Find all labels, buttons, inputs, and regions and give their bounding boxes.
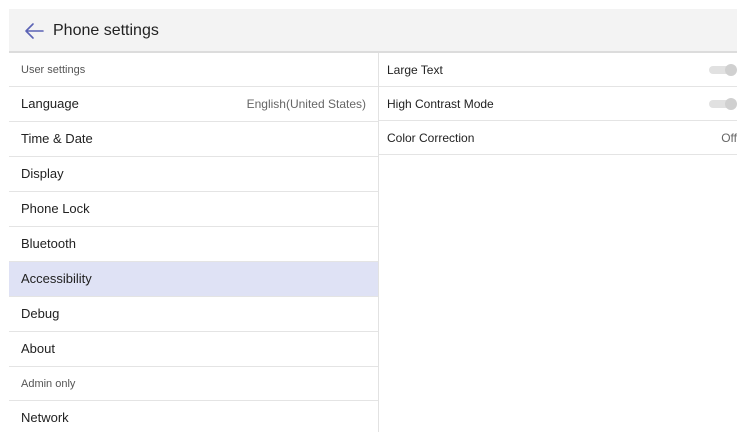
top-app-bar: Phone settings <box>9 9 737 53</box>
toggle-thumb <box>725 98 737 110</box>
settings-category-list: User settings Language English(United St… <box>9 53 379 432</box>
large-text-label: Large Text <box>387 63 443 77</box>
color-correction-value: Off <box>721 131 737 145</box>
sidebar-item-display[interactable]: Display <box>9 157 378 192</box>
page-title: Phone settings <box>53 22 159 39</box>
large-text-toggle[interactable] <box>709 64 737 76</box>
sidebar-item-accessibility[interactable]: Accessibility <box>9 262 378 297</box>
sidebar-item-debug[interactable]: Debug <box>9 297 378 332</box>
sidebar-item-label: Time & Date <box>21 131 93 146</box>
sidebar-item-bluetooth[interactable]: Bluetooth <box>9 227 378 262</box>
sidebar-item-label: Language <box>21 96 79 111</box>
sidebar-item-label: Phone Lock <box>21 201 90 216</box>
sidebar-item-label: Bluetooth <box>21 236 76 251</box>
sidebar-item-label: About <box>21 341 55 356</box>
sidebar-item-label: Accessibility <box>21 271 92 286</box>
sidebar-item-label: Network <box>21 410 69 425</box>
sidebar-item-about[interactable]: About <box>9 332 378 367</box>
high-contrast-toggle[interactable] <box>709 98 737 110</box>
back-button[interactable] <box>23 21 45 41</box>
color-correction-label: Color Correction <box>387 131 475 145</box>
section-header-user-settings: User settings <box>9 53 378 87</box>
large-text-row[interactable]: Large Text <box>379 53 737 87</box>
color-correction-row[interactable]: Color Correction Off <box>379 121 737 155</box>
accessibility-settings-panel: Large Text High Contrast Mode Color Corr… <box>379 53 737 432</box>
toggle-thumb <box>725 64 737 76</box>
sidebar-item-time-date[interactable]: Time & Date <box>9 122 378 157</box>
sidebar-item-phone-lock[interactable]: Phone Lock <box>9 192 378 227</box>
sidebar-item-language[interactable]: Language English(United States) <box>9 87 378 122</box>
high-contrast-row[interactable]: High Contrast Mode <box>379 87 737 121</box>
sidebar-item-label: Debug <box>21 306 60 321</box>
section-header-admin-only: Admin only <box>9 367 378 401</box>
high-contrast-label: High Contrast Mode <box>387 97 494 111</box>
language-value: English(United States) <box>246 97 366 111</box>
sidebar-item-network[interactable]: Network <box>9 401 378 436</box>
sidebar-item-label: Display <box>21 166 64 181</box>
arrow-left-icon <box>25 23 44 39</box>
